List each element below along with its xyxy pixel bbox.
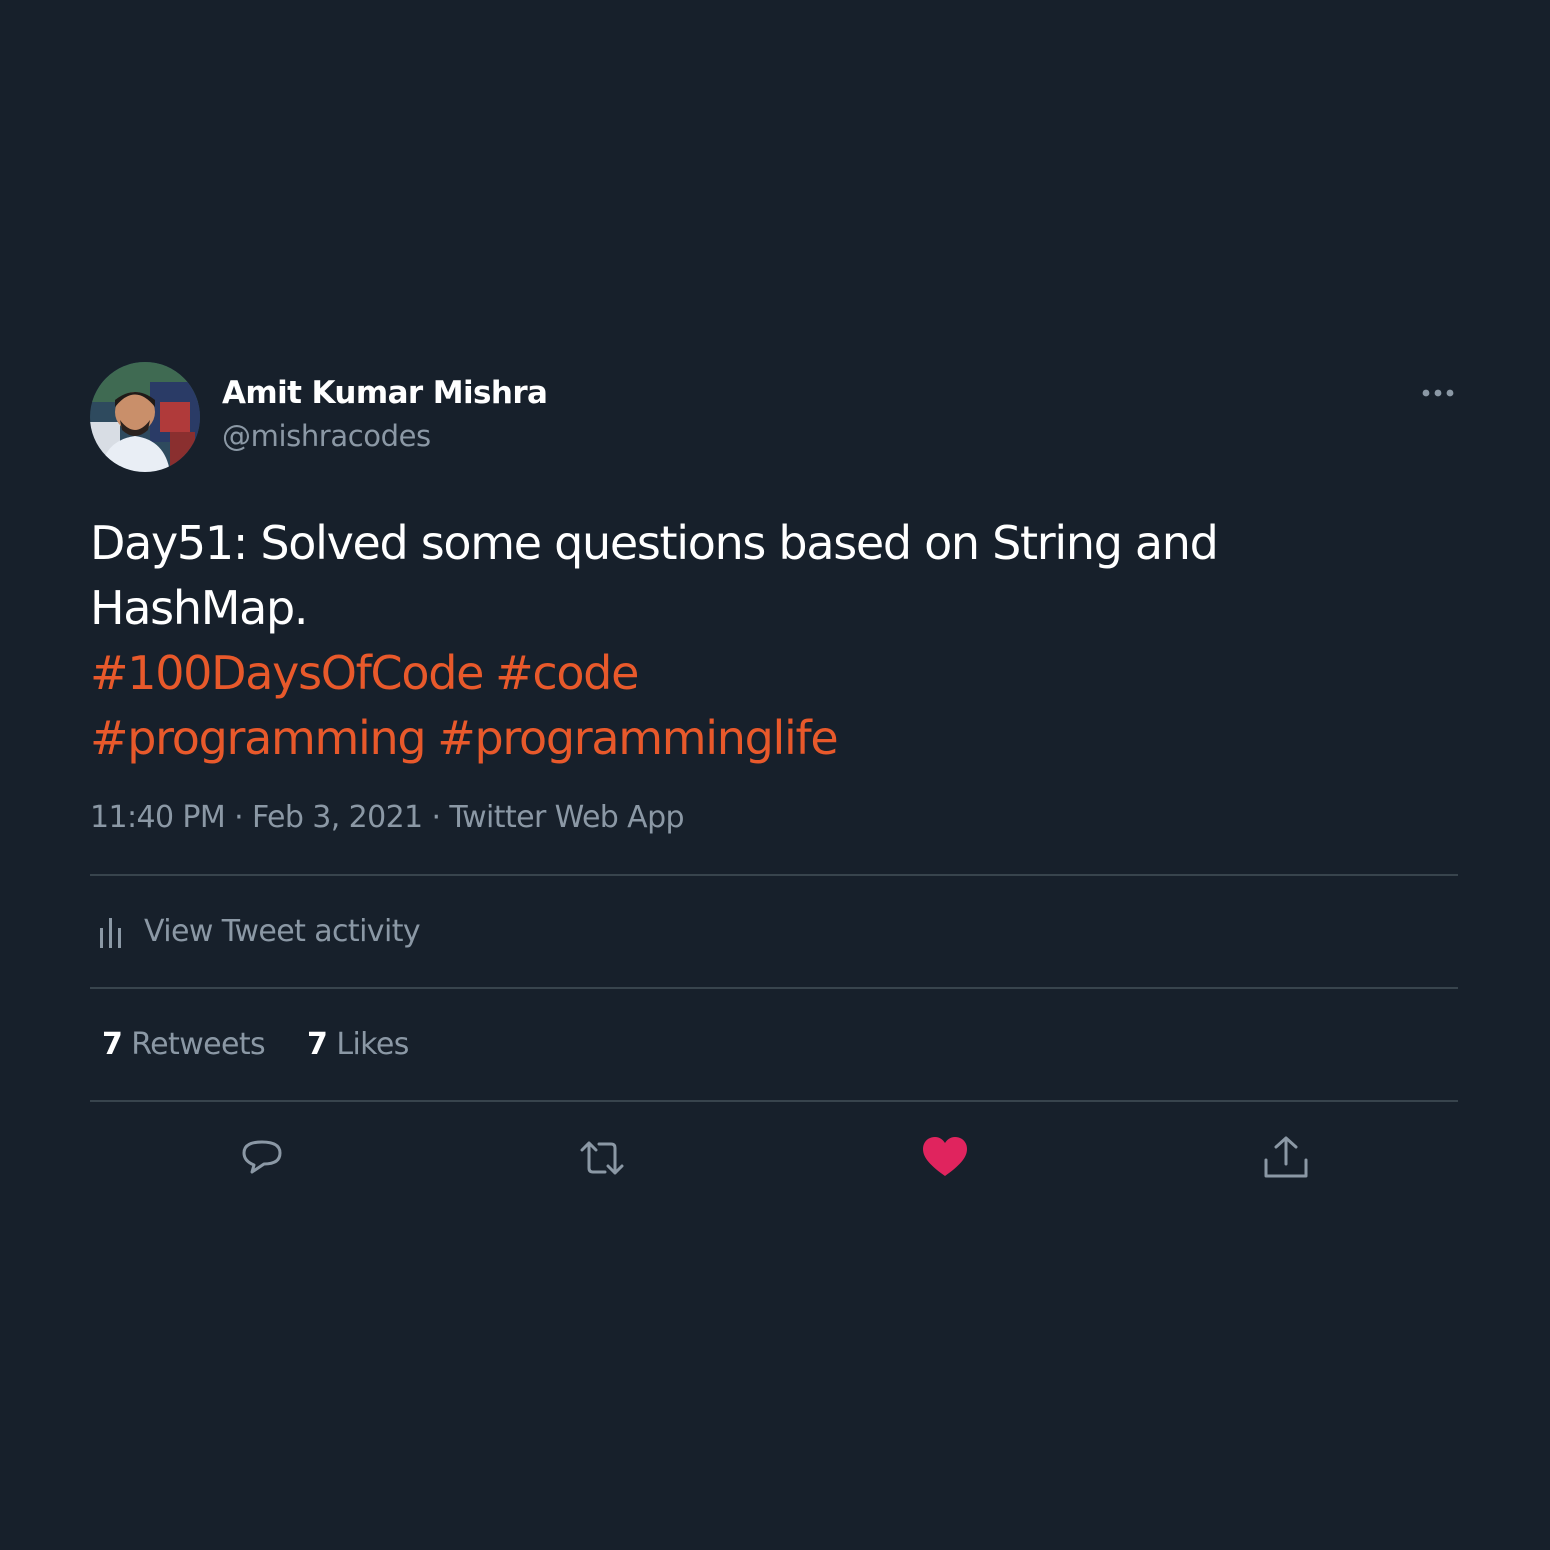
- tweet-actions: [90, 1102, 1458, 1214]
- share-icon: [1264, 1136, 1308, 1178]
- tweet-header: Amit Kumar Mishra @mishracodes: [90, 362, 1458, 472]
- tweet-hashtags: #100DaysOfCode #code #programming #program…: [90, 641, 1290, 771]
- hashtag-link[interactable]: #100DaysOfCode: [90, 646, 484, 700]
- author-display-name[interactable]: Amit Kumar Mishra: [222, 372, 548, 414]
- tweet-text: Day51: Solved some questions based on St…: [90, 516, 1219, 635]
- tweet-date[interactable]: Feb 3, 2021: [252, 800, 423, 835]
- author-names: Amit Kumar Mishra @mishracodes: [222, 372, 548, 458]
- author-handle[interactable]: @mishracodes: [222, 414, 547, 458]
- reply-button[interactable]: [238, 1134, 286, 1182]
- tweet-time[interactable]: 11:40 PM: [90, 800, 226, 835]
- hashtag-link[interactable]: #code: [495, 646, 639, 700]
- likes-stat[interactable]: 7 Likes: [307, 1027, 409, 1062]
- likes-count: 7: [307, 1027, 328, 1062]
- share-button[interactable]: [1262, 1134, 1310, 1182]
- avatar[interactable]: [90, 362, 200, 472]
- retweets-count: 7: [102, 1027, 123, 1062]
- tweet-meta: 11:40 PM · Feb 3, 2021 · Twitter Web App: [90, 796, 1458, 840]
- view-activity-label: View Tweet activity: [144, 914, 421, 949]
- profile-photo: [90, 362, 200, 472]
- activity-bars-icon: [96, 914, 126, 950]
- view-activity-link[interactable]: View Tweet activity: [90, 876, 1458, 987]
- retweets-stat[interactable]: 7 Retweets: [102, 1027, 266, 1062]
- hashtag-link[interactable]: #programming: [90, 711, 427, 765]
- more-options-icon[interactable]: [1418, 376, 1458, 410]
- meta-separator: ·: [431, 800, 441, 835]
- meta-separator: ·: [234, 800, 244, 835]
- retweet-button[interactable]: [578, 1134, 626, 1182]
- heart-icon: [923, 1137, 967, 1176]
- retweets-label: Retweets: [131, 1027, 266, 1062]
- likes-label: Likes: [336, 1027, 409, 1062]
- like-button[interactable]: [921, 1134, 969, 1182]
- retweet-icon: [580, 1141, 624, 1175]
- hashtag-link[interactable]: #programminglife: [437, 711, 838, 765]
- engagement-stats: 7 Retweets 7 Likes: [90, 989, 1458, 1100]
- tweet-source[interactable]: Twitter Web App: [449, 800, 684, 835]
- tweet-card: Amit Kumar Mishra @mishracodes Day51: So…: [90, 362, 1458, 1214]
- reply-icon: [242, 1140, 282, 1174]
